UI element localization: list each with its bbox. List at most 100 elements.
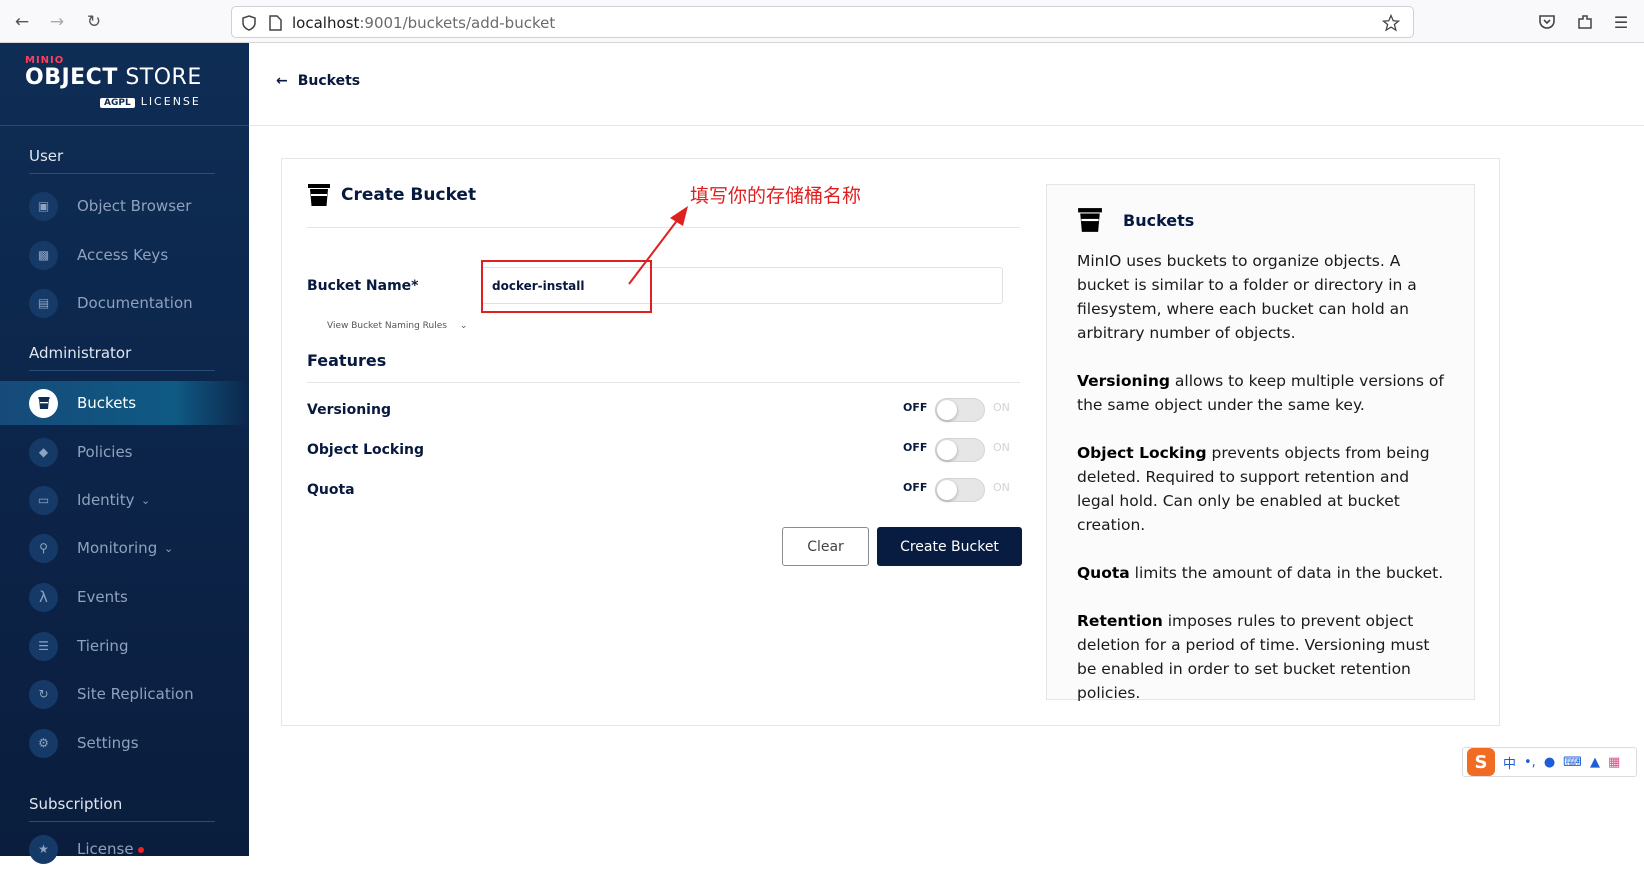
microphone-icon[interactable]: ● [1544, 755, 1555, 770]
object-locking-toggle[interactable] [935, 438, 985, 462]
toggle-off-label: OFF [903, 401, 928, 414]
bucket-icon [308, 184, 330, 206]
bucket-name-label: Bucket Name* [307, 278, 419, 294]
features-heading: Features [307, 351, 387, 370]
sidebar-item-label: Events [77, 588, 128, 606]
chevron-down-icon: ⌄ [459, 321, 468, 331]
shield-icon: ◆ [29, 437, 58, 467]
lambda-icon: λ [29, 582, 58, 612]
sidebar-item-monitoring[interactable]: ⚲ Monitoring ⌄ [0, 526, 249, 570]
sidebar-item-label: Identity [77, 491, 135, 509]
sidebar-item-label: Policies [77, 443, 133, 461]
sidebar-item-site-replication[interactable]: ↻ Site Replication [0, 672, 249, 716]
toggle-on-label: ON [993, 401, 1010, 414]
back-label: Buckets [297, 73, 361, 89]
sidebar-item-documentation[interactable]: ▤ Documentation [0, 281, 249, 325]
form-title: Create Bucket [307, 183, 476, 207]
documentation-icon: ▤ [29, 288, 58, 318]
sidebar-item-access-keys[interactable]: ▩ Access Keys [0, 233, 249, 277]
agpl-badge: AGPL [100, 98, 135, 108]
feature-label: Quota [307, 482, 355, 498]
naming-rules-toggle[interactable]: View Bucket Naming Rules ⌄ [327, 321, 467, 331]
skin-icon[interactable]: ▲ [1590, 755, 1600, 770]
bucket-icon [29, 388, 58, 418]
access-keys-icon: ▩ [29, 240, 58, 270]
sidebar-item-identity[interactable]: ▭ Identity ⌄ [0, 478, 249, 522]
sidebar-item-license[interactable]: ★ License [0, 827, 249, 871]
toolbox-icon[interactable]: ▦ [1608, 755, 1620, 770]
help-versioning: Versioning allows to keep multiple versi… [1077, 372, 1444, 414]
features-divider [307, 382, 1020, 383]
clear-button[interactable]: Clear [782, 527, 869, 566]
feature-label: Versioning [307, 402, 391, 418]
ime-toolbar[interactable]: S 中 •, ● ⌨ ▲ ▦ [1462, 747, 1637, 777]
sidebar-item-buckets[interactable]: Buckets [0, 381, 249, 425]
keyboard-icon[interactable]: ⌨ [1563, 755, 1582, 770]
help-retention: Retention imposes rules to prevent objec… [1077, 612, 1430, 702]
monitoring-icon: ⚲ [29, 533, 58, 563]
pocket-icon[interactable] [1536, 11, 1558, 33]
toggle-off-label: OFF [903, 441, 928, 454]
toggle-knob [937, 400, 957, 420]
toggle-off-label: OFF [903, 481, 928, 494]
punctuation-icon[interactable]: •, [1524, 755, 1536, 770]
tiering-icon: ☰ [29, 631, 58, 661]
sidebar: MINIO OBJECT STORE AGPL LICENSE User ▣ Ob… [0, 43, 249, 864]
menu-icon[interactable]: ☰ [1610, 11, 1632, 33]
sidebar-item-label: Access Keys [77, 246, 169, 264]
logo-license: AGPL LICENSE [100, 95, 201, 108]
bookmark-star-icon[interactable] [1382, 14, 1400, 32]
toggle-knob [937, 440, 957, 460]
forward-arrow-icon[interactable]: → [45, 10, 69, 34]
sidebar-item-label: License [77, 840, 144, 858]
sogou-logo-icon[interactable]: S [1467, 748, 1495, 776]
license-icon: ★ [29, 834, 58, 864]
page-header: ← Buckets [249, 43, 1644, 126]
logo-product: OBJECT STORE [25, 65, 202, 90]
sidebar-item-label: Buckets [77, 394, 137, 412]
minio-logo: MINIO OBJECT STORE AGPL LICENSE [25, 55, 202, 108]
reload-icon[interactable]: ↻ [82, 10, 106, 34]
toggle-on-label: ON [993, 481, 1010, 494]
section-divider [29, 821, 215, 822]
section-subscription: Subscription [29, 795, 123, 813]
back-arrow-icon[interactable]: ← [10, 10, 34, 34]
sidebar-item-object-browser[interactable]: ▣ Object Browser [0, 184, 249, 228]
form-title-text: Create Bucket [341, 185, 477, 205]
gear-icon: ⚙ [29, 728, 58, 758]
section-divider [29, 370, 215, 371]
help-panel: Buckets MinIO uses buckets to organize o… [1046, 184, 1475, 702]
address-bar[interactable]: localhost:9001/buckets/add-bucket [231, 6, 1414, 38]
url-text[interactable]: localhost:9001/buckets/add-bucket [292, 14, 555, 32]
extensions-icon[interactable] [1574, 11, 1596, 33]
object-browser-icon: ▣ [29, 191, 58, 221]
help-quota: Quota limits the amount of data in the b… [1077, 564, 1444, 582]
sidebar-item-label: Documentation [77, 294, 193, 312]
section-divider [29, 173, 215, 174]
help-intro: MinIO uses buckets to organize objects. … [1077, 252, 1417, 342]
browser-toolbar: ← → ↻ localhost:9001/buckets/add-bucket … [0, 0, 1644, 43]
chevron-down-icon[interactable]: ⌄ [164, 542, 173, 555]
notification-dot [137, 846, 144, 853]
sidebar-item-label: Site Replication [77, 685, 194, 703]
bucket-icon [1078, 208, 1102, 232]
section-user: User [29, 147, 64, 165]
annotation-arrow [628, 206, 688, 285]
create-bucket-button[interactable]: Create Bucket [877, 527, 1022, 566]
back-to-buckets-link[interactable]: ← Buckets [276, 73, 360, 89]
sidebar-item-tiering[interactable]: ☰ Tiering [0, 624, 249, 668]
shield-icon[interactable] [240, 14, 258, 32]
identity-icon: ▭ [29, 485, 58, 515]
feature-label: Object Locking [307, 442, 425, 458]
chevron-down-icon[interactable]: ⌄ [141, 494, 150, 507]
sidebar-item-policies[interactable]: ◆ Policies [0, 430, 249, 474]
sidebar-item-label: Object Browser [77, 197, 192, 215]
page-icon[interactable] [266, 14, 284, 32]
quota-toggle[interactable] [935, 478, 985, 502]
versioning-toggle[interactable] [935, 398, 985, 422]
ime-language[interactable]: 中 [1503, 753, 1516, 772]
toggle-knob [937, 480, 957, 500]
sidebar-item-settings[interactable]: ⚙ Settings [0, 721, 249, 765]
sidebar-item-events[interactable]: λ Events [0, 575, 249, 619]
replication-icon: ↻ [29, 679, 58, 709]
